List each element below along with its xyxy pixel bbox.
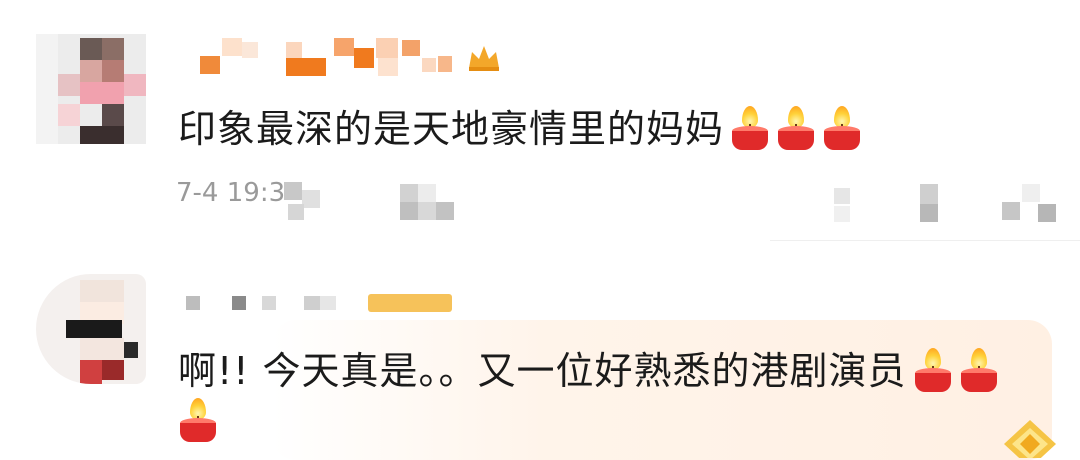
username[interactable] — [186, 292, 346, 316]
comment-text: 啊!! 今天真是。。又一位好熟悉的港剧演员 — [178, 340, 999, 395]
comment-text: 印象最深的是天地豪情里的妈妈 — [178, 98, 862, 153]
username[interactable] — [198, 38, 508, 78]
gift-icon[interactable] — [1002, 418, 1058, 458]
candle-icon — [178, 396, 218, 442]
candle-icon — [959, 346, 999, 392]
avatar[interactable] — [36, 34, 146, 144]
timestamp: 7-4 19:3 — [176, 178, 286, 208]
candle-icon — [730, 104, 770, 150]
reply-button[interactable] — [400, 184, 456, 224]
action-icons[interactable] — [834, 184, 1064, 226]
divider — [770, 240, 1080, 241]
timestamp-mosaic — [284, 182, 324, 222]
candle-icon — [822, 104, 862, 150]
candle-icon — [776, 104, 816, 150]
candle-icon — [913, 346, 953, 392]
crown-icon — [469, 46, 499, 71]
level-badge — [368, 294, 452, 312]
avatar[interactable] — [36, 274, 146, 384]
